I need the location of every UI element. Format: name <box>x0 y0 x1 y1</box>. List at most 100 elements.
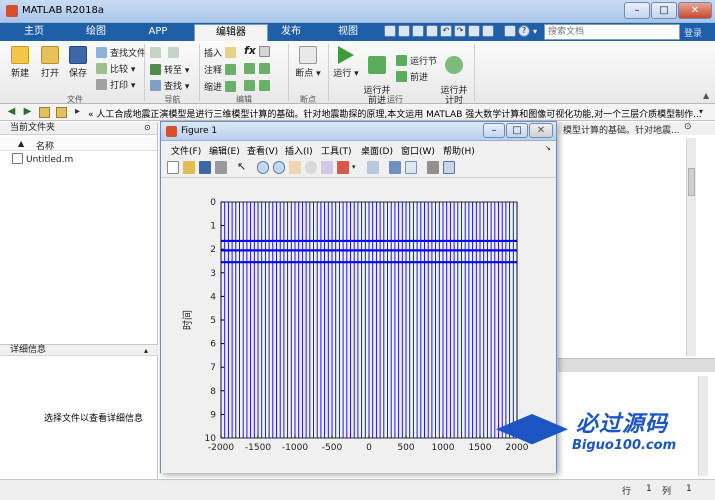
name-column-label[interactable]: 名称 <box>36 139 54 152</box>
path-history-icon[interactable]: ▾ <box>699 107 703 116</box>
maximize-button[interactable]: □ <box>651 2 677 19</box>
indent-button[interactable]: 缩进 <box>204 80 239 93</box>
community-icon[interactable] <box>504 25 516 37</box>
menu-tools[interactable]: 工具(T) <box>321 144 352 157</box>
panel-actions-icon[interactable]: ⊙ <box>684 122 692 132</box>
new-button[interactable]: 新建 <box>6 46 34 79</box>
open-folder-icon <box>41 46 59 64</box>
comment-button[interactable]: 注释 <box>204 63 239 76</box>
help-icon[interactable]: ? <box>518 25 530 37</box>
browse-folder-icon[interactable] <box>56 107 67 118</box>
rotate-3d-icon[interactable] <box>305 161 317 174</box>
decrease-indent-icon[interactable] <box>259 80 270 91</box>
zoom-out-icon[interactable] <box>273 161 285 174</box>
pan-hand-icon[interactable] <box>289 161 301 174</box>
y-tick-label: 3 <box>210 269 216 279</box>
print-figure-icon[interactable] <box>215 161 227 174</box>
open-file-icon[interactable] <box>183 161 195 174</box>
insert-button[interactable]: 插入 <box>204 46 239 59</box>
pointer-icon[interactable]: ↖ <box>237 161 247 174</box>
panel-divider[interactable] <box>157 122 158 479</box>
open-button[interactable]: 打开 <box>36 46 64 79</box>
find-files-button[interactable]: 查找文件 <box>96 46 146 59</box>
find-button[interactable]: 查找 ▾ <box>150 79 189 92</box>
figure-title-bar[interactable]: Figure 1 – □ ✕ <box>161 122 556 141</box>
format-icon[interactable] <box>259 46 270 57</box>
forward-nav-icon[interactable] <box>168 47 179 58</box>
hide-plot-tools-icon[interactable] <box>427 161 439 174</box>
address-bar: ◀ ▶ ▸ « 人工合成地震正演模型是进行三维模型计算的基础。针对地震勘探的原理… <box>0 104 715 121</box>
scroll-thumb[interactable] <box>688 168 695 196</box>
tab-publish[interactable]: 发布 <box>268 24 314 41</box>
panel-splitter[interactable] <box>558 358 715 372</box>
back-nav-icon[interactable] <box>150 47 161 58</box>
tab-apps[interactable]: APP <box>132 24 184 41</box>
menu-view[interactable]: 查看(V) <box>247 144 278 157</box>
search-docs-input[interactable]: 搜索文档 <box>544 24 680 40</box>
collapse-ribbon-icon[interactable]: ▲ <box>703 91 709 100</box>
brush-dropdown-icon[interactable]: ▾ <box>352 163 356 171</box>
save-button[interactable]: 保存 <box>64 46 92 79</box>
figure-close-button[interactable]: ✕ <box>529 123 553 138</box>
menu-window[interactable]: 窗口(W) <box>401 144 435 157</box>
link-plot-icon[interactable] <box>367 161 379 174</box>
show-plot-tools-icon[interactable] <box>443 161 455 174</box>
save-quick-icon[interactable] <box>384 25 396 37</box>
menu-help[interactable]: 帮助(H) <box>443 144 475 157</box>
x-tick-label: -1500 <box>245 443 271 453</box>
compare-button[interactable]: 比较 ▾ <box>96 62 135 75</box>
run-button[interactable]: 运行 ▾ <box>332 46 360 79</box>
switch-windows-icon[interactable] <box>468 25 480 37</box>
menu-insert[interactable]: 插入(I) <box>285 144 313 157</box>
command-scrollbar[interactable] <box>686 138 696 356</box>
cut-quick-icon[interactable] <box>398 25 410 37</box>
figure-maximize-button[interactable]: □ <box>506 123 528 138</box>
data-cursor-icon[interactable] <box>321 161 333 174</box>
close-button[interactable]: ✕ <box>678 2 712 19</box>
breakpoints-button[interactable]: 断点 ▾ <box>293 46 323 79</box>
current-path[interactable]: « 人工合成地震正演模型是进行三维模型计算的基础。针对地震勘探的原理,本文运用 … <box>88 107 702 120</box>
legend-icon[interactable] <box>405 161 417 174</box>
shortcuts-icon[interactable] <box>482 25 494 37</box>
tab-view[interactable]: 视图 <box>322 24 374 41</box>
y-tick-label: 1 <box>210 222 216 232</box>
advance-button[interactable]: 前进 <box>396 70 428 83</box>
run-section-button[interactable]: 运行节 <box>396 54 437 67</box>
brush-icon[interactable] <box>337 161 349 174</box>
wrap-comment-icon[interactable] <box>259 63 270 74</box>
new-figure-icon[interactable] <box>167 161 179 174</box>
tab-editor[interactable]: 编辑器 <box>194 24 268 41</box>
menu-file[interactable]: 文件(F) <box>171 144 201 157</box>
forward-arrow-icon[interactable]: ▶ <box>22 107 33 118</box>
tab-plots[interactable]: 绘图 <box>70 24 122 41</box>
paste-quick-icon[interactable] <box>426 25 438 37</box>
copy-quick-icon[interactable] <box>412 25 424 37</box>
goto-button[interactable]: 转至 ▾ <box>150 63 189 76</box>
menu-edit[interactable]: 编辑(E) <box>209 144 240 157</box>
graduation-cap-icon <box>496 414 568 445</box>
colorbar-icon[interactable] <box>389 161 401 174</box>
zoom-in-icon[interactable] <box>257 161 269 174</box>
run-time-button[interactable]: 运行并 计时 <box>440 46 468 106</box>
tab-home[interactable]: 主页 <box>8 24 60 41</box>
help-dropdown-icon[interactable]: ▾ <box>533 27 537 36</box>
panel-actions-icon[interactable]: ⊙ <box>144 122 151 134</box>
path-dropdown-icon[interactable]: ▸ <box>72 107 83 118</box>
back-arrow-icon[interactable]: ◀ <box>6 107 17 118</box>
up-folder-icon[interactable] <box>39 107 50 118</box>
file-list-item[interactable]: Untitled.m <box>12 153 73 165</box>
figure-minimize-button[interactable]: – <box>483 123 505 138</box>
menu-desktop[interactable]: 桌面(D) <box>361 144 393 157</box>
increase-indent-icon[interactable] <box>244 80 255 91</box>
save-figure-icon[interactable] <box>199 161 211 174</box>
undo-quick-icon[interactable]: ↶ <box>440 25 452 37</box>
details-expand-icon[interactable]: ▴ <box>144 345 148 356</box>
sort-up-icon[interactable]: ▲ <box>18 139 24 148</box>
print-button[interactable]: 打印 ▾ <box>96 78 135 91</box>
redo-quick-icon[interactable]: ↷ <box>454 25 466 37</box>
fx-button[interactable]: fx <box>244 44 256 57</box>
login-link[interactable]: 登录 <box>684 26 702 39</box>
minimize-button[interactable]: – <box>624 2 650 19</box>
uncomment-icon[interactable] <box>244 63 255 74</box>
menu-dock-icon[interactable]: ↘ <box>545 144 551 152</box>
